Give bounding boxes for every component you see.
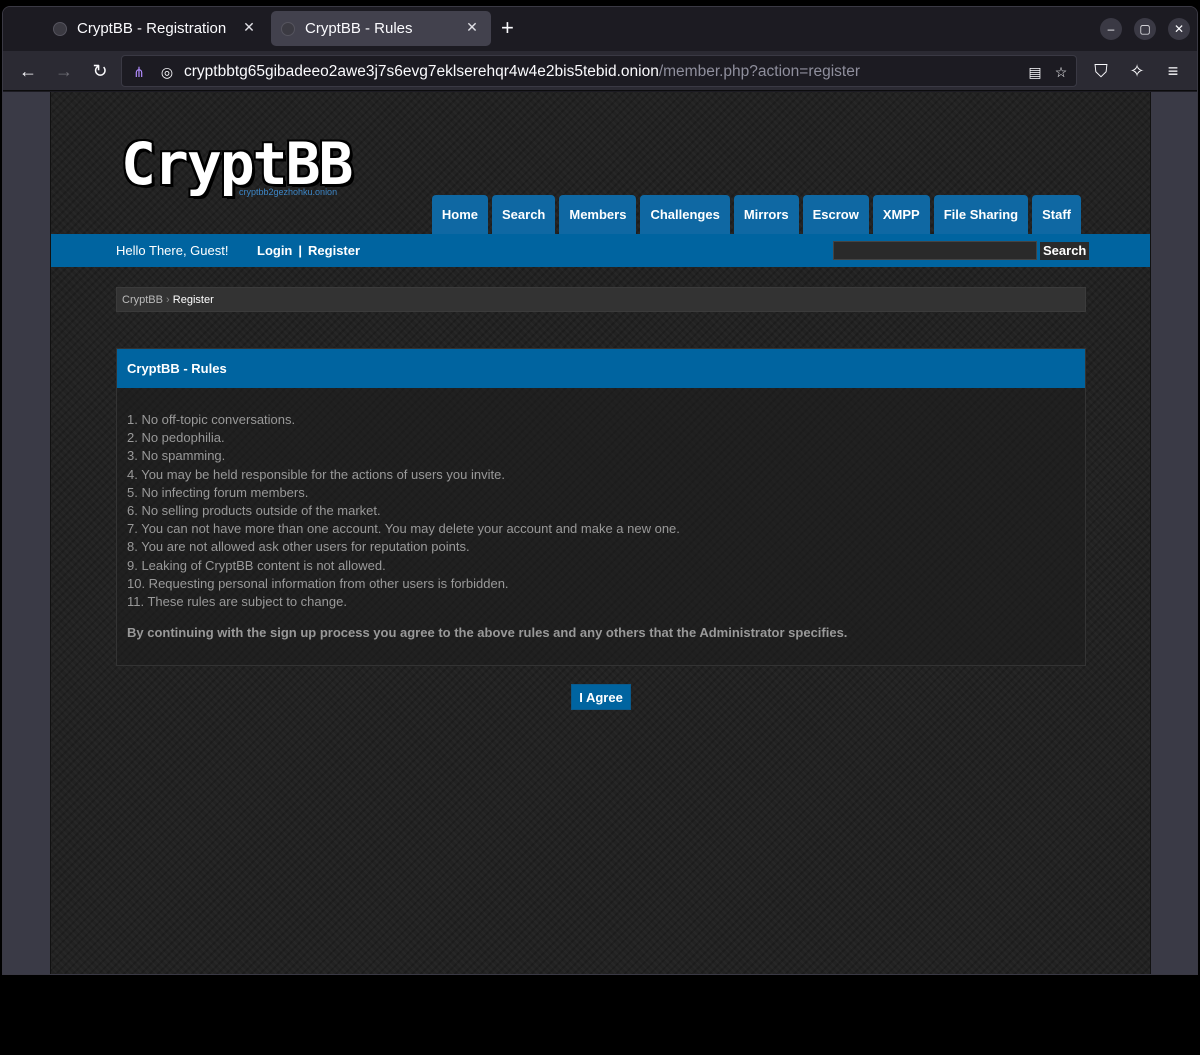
menu-challenges[interactable]: Challenges [640, 195, 730, 234]
menu-search[interactable]: Search [492, 195, 556, 234]
search-button[interactable]: Search [1040, 242, 1090, 260]
tab-strip: CryptBB - Registration ✕ CryptBB - Rules… [3, 7, 1197, 51]
rule-item: 4. You may be held responsible for the a… [127, 466, 505, 482]
site-logo[interactable]: CryptBB cryptbb2gezhohku.onion [121, 134, 357, 204]
shield-icon[interactable]: ⛉ [1090, 60, 1112, 82]
tab-title: CryptBB - Rules [305, 20, 413, 37]
breadcrumb-current: Register [172, 294, 214, 306]
guest-greeting: Hello There, Guest! [116, 243, 229, 258]
user-bar: Hello There, Guest! Login | Register Searc… [51, 234, 1150, 267]
menu-home[interactable]: Home [431, 195, 488, 234]
rules-list: 1. No off-topic conversations. 2. No ped… [117, 388, 1085, 642]
forum-page: CryptBB cryptbb2gezhohku.onion Home Sear… [50, 92, 1151, 974]
rule-item: 10. Requesting personal information from… [127, 575, 509, 591]
menu-escrow[interactable]: Escrow [802, 195, 869, 234]
search-input[interactable] [833, 241, 1037, 260]
back-arrow-icon[interactable]: ← [17, 60, 39, 82]
navigation-bar: ← → ↻ ⋔ ◎ cryptbbtg65gibadeeo2awe3j7s6ev… [3, 51, 1197, 91]
menu-mirrors[interactable]: Mirrors [733, 195, 799, 234]
menu-xmpp[interactable]: XMPP [872, 195, 930, 234]
minimize-icon[interactable]: – [1100, 18, 1122, 40]
logo-subtitle: cryptbb2gezhohku.onion [239, 187, 338, 197]
url-text[interactable]: cryptbbtg65gibadeeo2awe3j7s6evg7eklsereh… [184, 63, 860, 81]
rule-item: 2. No pedophilia. [127, 430, 225, 446]
auth-separator: | [298, 243, 303, 258]
breadcrumb: CryptBB › Register [116, 287, 1086, 312]
maximize-icon[interactable]: ▢ [1134, 18, 1156, 40]
site-favicon-icon [53, 21, 67, 36]
rule-item: 3. No spamming. [127, 448, 226, 464]
main-menu: Home Search Members Challenges Mirrors E… [431, 195, 1081, 234]
rule-item: 7. You can not have more than one accoun… [127, 521, 680, 537]
breadcrumb-root[interactable]: CryptBB [122, 294, 163, 306]
address-bar[interactable]: ⋔ ◎ cryptbbtg65gibadeeo2awe3j7s6evg7ekls… [121, 55, 1077, 87]
menu-file-sharing[interactable]: File Sharing [933, 195, 1029, 234]
reader-view-icon[interactable]: ▤ [1026, 63, 1044, 81]
tor-circuit-icon[interactable]: ⋔ [130, 63, 148, 81]
rule-item: 8. You are not allowed ask other users f… [127, 539, 470, 555]
tab-registration[interactable]: CryptBB - Registration ✕ [43, 11, 268, 46]
new-identity-icon[interactable]: ✧ [1126, 60, 1148, 82]
rule-item: 6. No selling products outside of the ma… [127, 503, 381, 519]
browser-window: CryptBB - Registration ✕ CryptBB - Rules… [2, 6, 1198, 975]
page-viewport: CryptBB cryptbb2gezhohku.onion Home Sear… [3, 92, 1197, 974]
close-icon[interactable]: ✕ [1168, 18, 1190, 40]
forward-arrow-icon[interactable]: → [53, 60, 75, 82]
breadcrumb-separator: › [166, 294, 170, 306]
tab-rules[interactable]: CryptBB - Rules ✕ [271, 11, 491, 46]
site-favicon-icon [281, 21, 295, 36]
menu-staff[interactable]: Staff [1032, 195, 1081, 234]
tab-title: CryptBB - Registration [77, 20, 227, 37]
plus-icon[interactable]: + [501, 17, 514, 39]
logo-text: CryptBB [121, 130, 353, 198]
menu-members[interactable]: Members [559, 195, 637, 234]
rule-item: 5. No infecting forum members. [127, 484, 309, 500]
agreement-text: By continuing with the sign up process y… [127, 625, 848, 641]
url-host: cryptbbtg65gibadeeo2awe3j7s6evg7eklsereh… [184, 63, 659, 80]
login-link[interactable]: Login [257, 243, 292, 258]
reload-icon[interactable]: ↻ [89, 60, 111, 82]
rule-item: 1. No off-topic conversations. [127, 412, 296, 427]
agree-button[interactable]: I Agree [571, 684, 631, 710]
hamburger-menu-icon[interactable]: ≡ [1162, 60, 1184, 82]
tab-close-icon[interactable]: ✕ [463, 19, 481, 36]
auth-links: Login | Register [257, 243, 360, 258]
register-link[interactable]: Register [308, 243, 360, 258]
onion-lock-icon[interactable]: ◎ [158, 63, 176, 81]
url-path: /member.php?action=register [658, 63, 861, 80]
rules-panel-title: CryptBB - Rules [117, 349, 1085, 388]
rule-item: 9. Leaking of CryptBB content is not all… [127, 557, 386, 573]
rule-item: 11. These rules are subject to change. [127, 594, 347, 610]
bookmark-star-icon[interactable]: ☆ [1052, 63, 1070, 81]
rules-panel: CryptBB - Rules 1. No off-topic conversa… [116, 348, 1086, 666]
tab-close-icon[interactable]: ✕ [240, 19, 258, 36]
